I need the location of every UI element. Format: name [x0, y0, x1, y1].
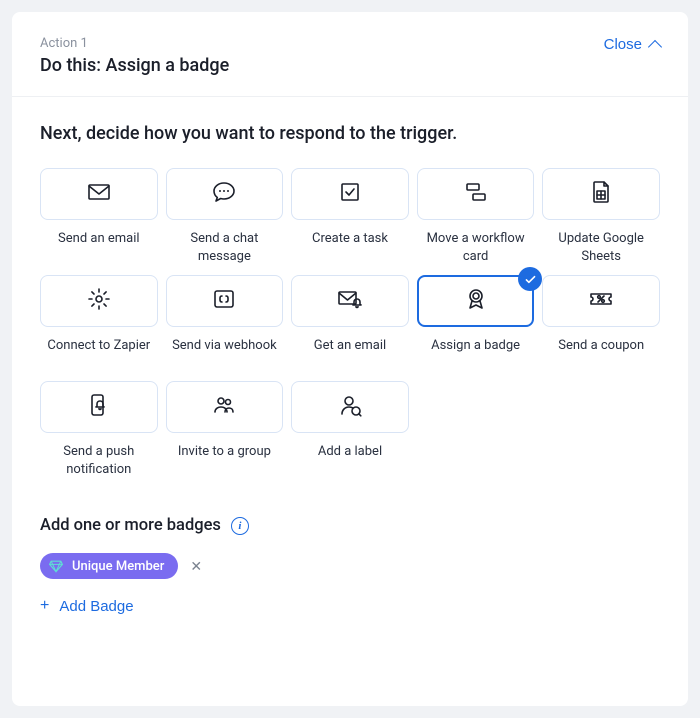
- phone-bell-icon: [86, 392, 112, 422]
- group-icon: [211, 392, 237, 422]
- option-label: Assign a badge: [431, 337, 520, 371]
- option-send-webhook[interactable]: Send via webhook: [166, 275, 284, 371]
- close-button[interactable]: Close: [604, 36, 660, 53]
- close-button-label: Close: [604, 36, 642, 53]
- plus-icon: +: [40, 597, 49, 615]
- person-label-icon: [337, 392, 363, 422]
- action-title: Do this: Assign a badge: [40, 55, 229, 76]
- option-card: [291, 381, 409, 433]
- option-card: [40, 381, 158, 433]
- option-add-label[interactable]: Add a label: [291, 381, 409, 478]
- badge-chip-label: Unique Member: [72, 559, 164, 574]
- option-label: Create a task: [312, 230, 388, 264]
- bracket-icon: [211, 286, 237, 316]
- add-badge-label: Add Badge: [59, 598, 133, 615]
- option-label: Send a coupon: [558, 337, 644, 371]
- checkbox-icon: [337, 179, 363, 209]
- option-assign-badge[interactable]: Assign a badge: [417, 275, 535, 371]
- panel-header: Action 1 Do this: Assign a badge Close: [12, 12, 688, 97]
- option-card: [542, 275, 660, 327]
- option-card: [291, 168, 409, 220]
- option-card: [166, 381, 284, 433]
- option-send-chat[interactable]: Send a chat message: [166, 168, 284, 265]
- badge-chip[interactable]: Unique Member: [40, 553, 178, 579]
- mail-icon: [86, 179, 112, 209]
- option-card: [40, 168, 158, 220]
- action-config-panel: Action 1 Do this: Assign a badge Close N…: [12, 12, 688, 706]
- gem-icon: [48, 558, 64, 574]
- option-create-task[interactable]: Create a task: [291, 168, 409, 265]
- option-invite-group[interactable]: Invite to a group: [166, 381, 284, 478]
- sheet-icon: [588, 179, 614, 209]
- option-label: Invite to a group: [178, 443, 271, 477]
- option-connect-zapier[interactable]: Connect to Zapier: [40, 275, 158, 371]
- option-send-push[interactable]: Send a push notification: [40, 381, 158, 478]
- badge-chips-row: Unique Member ✕: [40, 553, 660, 579]
- gear-icon: [86, 286, 112, 316]
- selected-check-icon: [518, 267, 542, 291]
- option-send-email[interactable]: Send an email: [40, 168, 158, 265]
- action-options-grid: Send an email Send a chat message Create…: [40, 168, 660, 478]
- action-number-label: Action 1: [40, 36, 229, 51]
- info-icon[interactable]: i: [231, 517, 249, 535]
- chevron-up-icon: [648, 39, 662, 53]
- badge-icon: [463, 286, 489, 316]
- option-card: [417, 168, 535, 220]
- badges-heading: Add one or more badges: [40, 516, 221, 535]
- option-label: Move a workflow card: [417, 230, 535, 265]
- badges-section: Add one or more badges i Unique Member ✕…: [40, 516, 660, 615]
- option-card: [166, 168, 284, 220]
- option-label: Update Google Sheets: [542, 230, 660, 265]
- chat-icon: [211, 179, 237, 209]
- option-label: Send via webhook: [172, 337, 277, 371]
- option-label: Send a chat message: [166, 230, 284, 265]
- option-label: Send an email: [58, 230, 140, 264]
- coupon-icon: [588, 286, 614, 316]
- option-label: Get an email: [314, 337, 386, 371]
- remove-badge-button[interactable]: ✕: [186, 554, 206, 579]
- option-card: [40, 275, 158, 327]
- mail-bell-icon: [337, 286, 363, 316]
- response-prompt: Next, decide how you want to respond to …: [40, 123, 660, 144]
- option-card: [417, 275, 535, 327]
- option-update-sheets[interactable]: Update Google Sheets: [542, 168, 660, 265]
- option-card: [291, 275, 409, 327]
- option-card: [166, 275, 284, 327]
- option-label: Connect to Zapier: [47, 337, 150, 371]
- add-badge-button[interactable]: + Add Badge: [40, 597, 134, 615]
- option-send-coupon[interactable]: Send a coupon: [542, 275, 660, 371]
- kanban-icon: [463, 179, 489, 209]
- option-label: Send a push notification: [40, 443, 158, 478]
- option-get-email[interactable]: Get an email: [291, 275, 409, 371]
- option-move-workflow-card[interactable]: Move a workflow card: [417, 168, 535, 265]
- option-card: [542, 168, 660, 220]
- option-label: Add a label: [318, 443, 382, 477]
